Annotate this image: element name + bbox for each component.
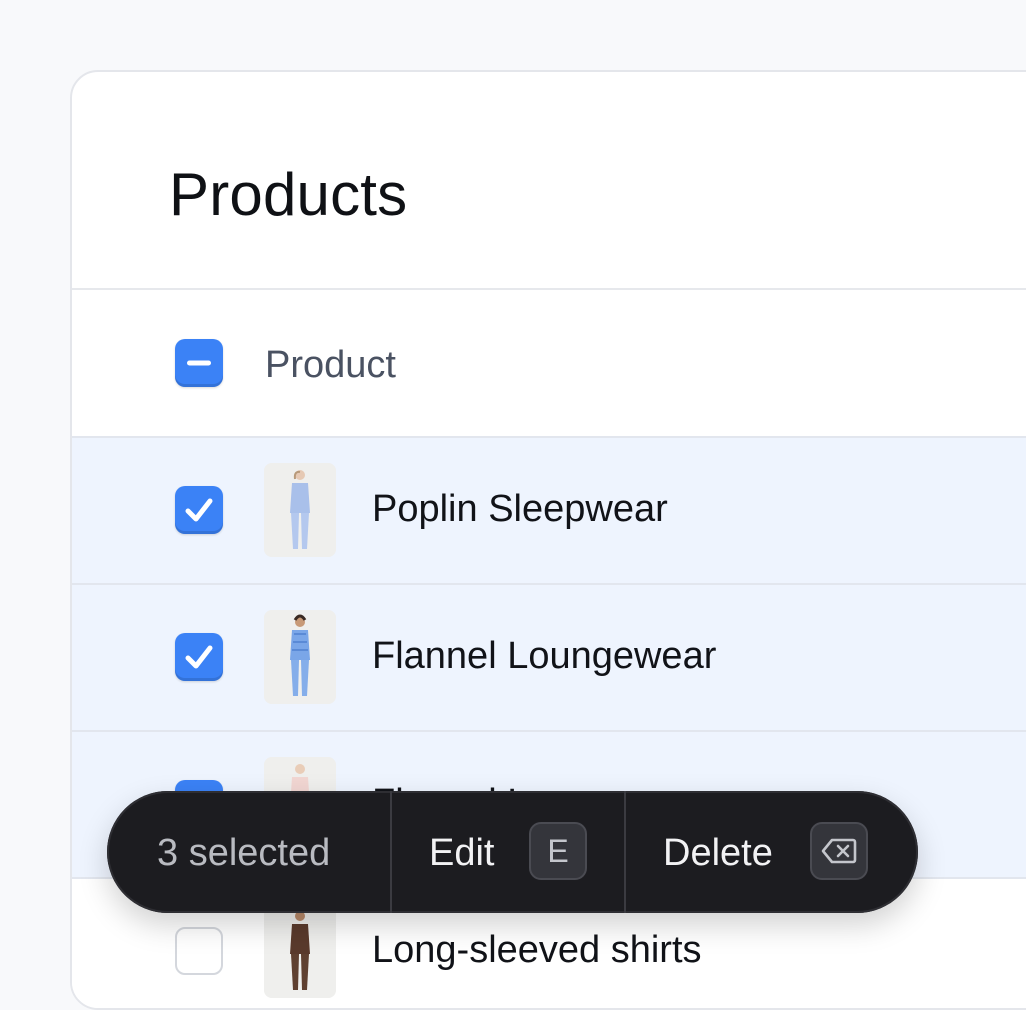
product-thumbnail <box>264 463 336 557</box>
table-header: Product <box>72 290 1026 436</box>
product-name: Long-sleeved shirts <box>372 929 702 971</box>
product-image-icon <box>264 610 336 704</box>
edit-shortcut-key: E <box>529 822 587 880</box>
selection-count: 3 selected <box>157 832 331 874</box>
backspace-icon <box>821 838 857 864</box>
select-all-checkbox[interactable] <box>175 339 223 387</box>
edit-button-label: Edit <box>429 832 495 874</box>
table-row[interactable]: Flannel Loungewear <box>72 583 1026 730</box>
product-name: Flannel Loungewear <box>372 635 717 677</box>
page-title: Products <box>169 161 408 228</box>
delete-button-label: Delete <box>663 832 773 874</box>
bulk-action-toolbar: 3 selected Edit E Delete <box>107 791 918 913</box>
delete-shortcut-key <box>810 822 868 880</box>
product-image-icon <box>264 463 336 557</box>
column-header-product: Product <box>265 344 396 386</box>
check-icon <box>185 498 213 522</box>
product-name: Poplin Sleepwear <box>372 488 668 530</box>
row-checkbox[interactable] <box>175 486 223 534</box>
minus-icon <box>187 360 211 366</box>
product-thumbnail <box>264 904 336 998</box>
check-icon <box>185 645 213 669</box>
table-row[interactable]: Poplin Sleepwear <box>72 436 1026 583</box>
row-checkbox[interactable] <box>175 927 223 975</box>
edit-button[interactable]: Edit E <box>392 791 624 913</box>
row-checkbox[interactable] <box>175 633 223 681</box>
product-image-icon <box>264 904 336 998</box>
delete-button[interactable]: Delete <box>626 791 916 913</box>
product-thumbnail <box>264 610 336 704</box>
